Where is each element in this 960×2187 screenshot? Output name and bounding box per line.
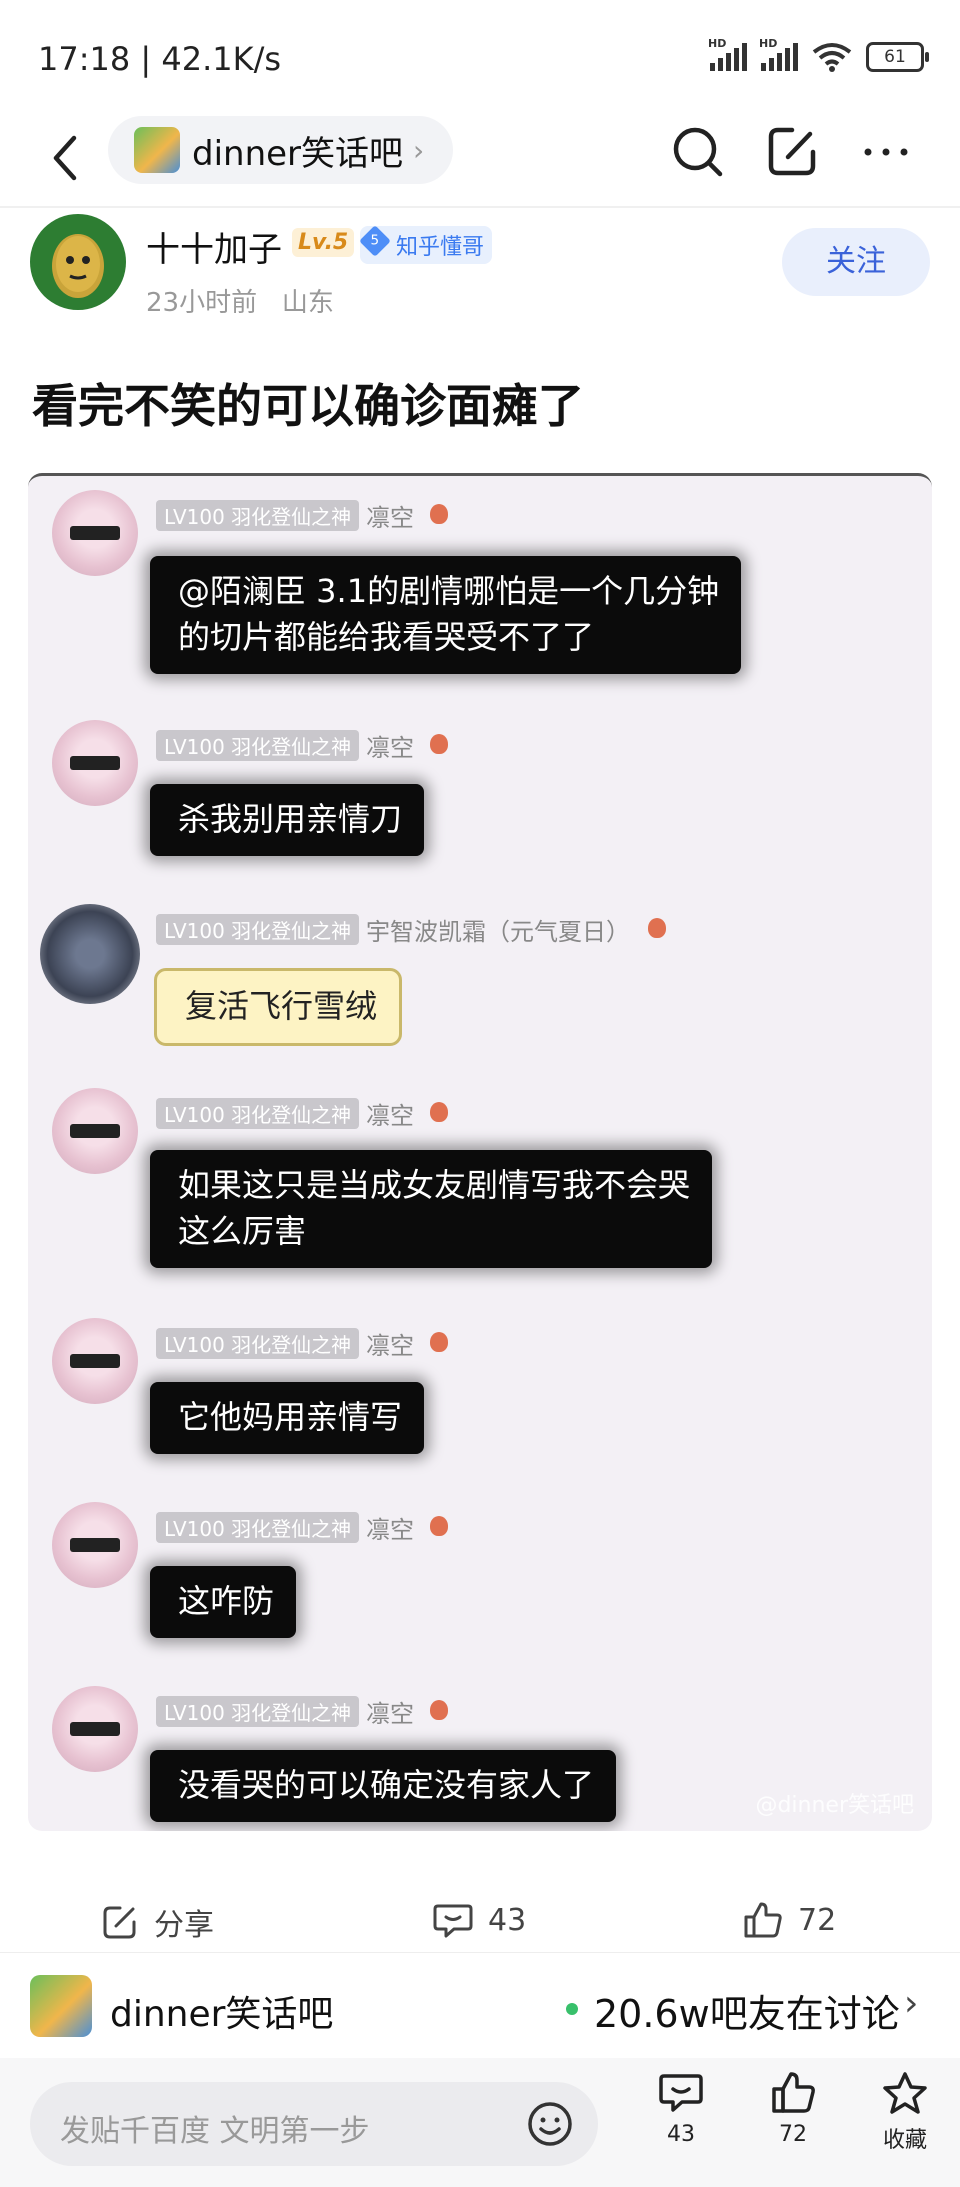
chat-username: 凛空 (366, 504, 414, 532)
chat-bubble: 没看哭的可以确定没有家人了 (150, 1750, 617, 1822)
like-count: 72 (798, 1902, 837, 1938)
comment-count: 43 (488, 1902, 527, 1938)
chat-username: 凛空 (366, 1700, 414, 1728)
search-icon[interactable] (668, 122, 728, 182)
forum-pill[interactable]: dinner笑话吧 › (108, 116, 453, 184)
emoji-icon[interactable] (526, 2100, 574, 2148)
divider (0, 206, 960, 208)
back-icon[interactable] (42, 128, 92, 188)
favorite-label: 收藏 (882, 2128, 927, 2153)
chevron-right-icon: › (413, 133, 425, 167)
flame-icon (430, 1516, 448, 1536)
share-icon (103, 1906, 136, 1939)
reply-input[interactable]: 发贴千百度 文明第一步 (30, 2082, 598, 2166)
favorite-button[interactable]: 收藏 (860, 2070, 950, 2154)
chat-level-tag: LV100 羽化登仙之神 (156, 730, 360, 761)
post-title: 看完不笑的可以确诊面瘫了 (32, 379, 584, 433)
post-time: 23小时前 (146, 288, 258, 318)
comment-icon (659, 2074, 703, 2112)
comment-button[interactable]: 43 (432, 1900, 526, 1940)
flame-icon (430, 1102, 448, 1122)
chat-username: 宇智波凯霜（元气夏日） (366, 918, 630, 946)
chat-avatar (40, 904, 140, 1004)
share-label: 分享 (154, 1908, 214, 1943)
star-icon (883, 2072, 927, 2114)
chat-avatar (52, 1686, 138, 1772)
post-meta: 23小时前 山东 (146, 282, 334, 319)
chat-username: 凛空 (366, 1332, 414, 1360)
top-nav: dinner笑话吧 › (0, 110, 960, 206)
online-count: 20.6w吧友在讨论 (594, 1992, 900, 2036)
flame-icon (430, 734, 448, 754)
author-name[interactable]: 十十加子 (146, 222, 282, 271)
image-watermark: @dinner笑话吧 (755, 1793, 914, 1818)
flame-icon (430, 504, 448, 524)
forum-logo (134, 127, 180, 173)
comment-icon (433, 1904, 473, 1938)
status-icons: HD HD 61 (708, 37, 929, 72)
share-button[interactable]: 分享 (100, 1900, 214, 1944)
flame-icon (648, 918, 666, 938)
bottom-like-count: 72 (779, 2122, 807, 2147)
post-location: 山东 (281, 288, 334, 318)
chat-avatar (52, 1502, 138, 1588)
status-time: 17:18 | 42.1K/s (38, 40, 282, 78)
chat-bubble: 这咋防 (150, 1566, 297, 1638)
chat-bubble: @陌澜臣 3.1的剧情哪怕是一个几分钟 的切片都能给我看哭受不了了 (150, 556, 742, 674)
signal-icon: HD (708, 37, 747, 71)
follow-button[interactable]: 关注 (782, 228, 930, 296)
chat-username: 凛空 (366, 1102, 414, 1130)
flame-icon (430, 1700, 448, 1720)
chevron-right-icon: › (904, 1983, 919, 2024)
forum-name: dinner笑话吧 (192, 133, 404, 174)
chat-avatar (52, 490, 138, 576)
bottom-comment-button[interactable]: 43 (636, 2070, 726, 2147)
wifi-icon (812, 43, 852, 72)
chat-level-tag: LV100 羽化登仙之神 (156, 1696, 360, 1727)
edit-icon[interactable] (762, 122, 822, 182)
chat-level-tag: LV100 羽化登仙之神 (156, 500, 360, 531)
thumbs-up-icon (772, 2072, 815, 2113)
chat-username: 凛空 (366, 734, 414, 762)
bottom-bar: 发贴千百度 文明第一步 43 72 收藏 (0, 2058, 960, 2187)
forum-logo (30, 1975, 92, 2037)
like-button[interactable]: 72 (742, 1900, 836, 1940)
thumbs-up-icon (744, 1902, 782, 1938)
chat-level-tag: LV100 羽化登仙之神 (156, 1328, 360, 1359)
post-image[interactable]: LV100 羽化登仙之神 凛空 @陌澜臣 3.1的剧情哪怕是一个几分钟 的切片都… (28, 473, 932, 1831)
level-badge: Lv.5 (292, 228, 355, 257)
online-dot-icon (566, 2003, 578, 2015)
chat-bubble: 复活飞行雪绒 (154, 968, 403, 1046)
battery-icon: 61 (866, 42, 929, 72)
chat-level-tag: LV100 羽化登仙之神 (156, 1098, 360, 1129)
chat-level-tag: LV100 羽化登仙之神 (156, 914, 360, 945)
bottom-comment-count: 43 (667, 2122, 695, 2147)
bottom-like-button[interactable]: 72 (748, 2070, 838, 2147)
flame-icon (430, 1332, 448, 1352)
chat-avatar (52, 720, 138, 806)
reply-placeholder: 发贴千百度 文明第一步 (60, 2114, 370, 2149)
more-icon[interactable] (856, 122, 916, 182)
forum-name: dinner笑话吧 (110, 1994, 334, 2035)
chat-level-tag: LV100 羽化登仙之神 (156, 1512, 360, 1543)
chat-avatar (52, 1088, 138, 1174)
chat-bubble: 如果这只是当成女友剧情写我不会哭 这么厉害 (150, 1150, 713, 1268)
status-bar: 17:18 | 42.1K/s HD HD 61 (0, 0, 960, 110)
chat-avatar (52, 1318, 138, 1404)
signal-icon: HD (759, 37, 798, 71)
chat-username: 凛空 (366, 1516, 414, 1544)
forum-entry-bar[interactable]: dinner笑话吧 20.6w吧友在讨论 › (0, 1952, 960, 2059)
author-avatar[interactable] (30, 214, 126, 310)
chat-bubble: 它他妈用亲情写 (150, 1382, 425, 1454)
chat-bubble: 杀我别用亲情刀 (150, 784, 425, 856)
